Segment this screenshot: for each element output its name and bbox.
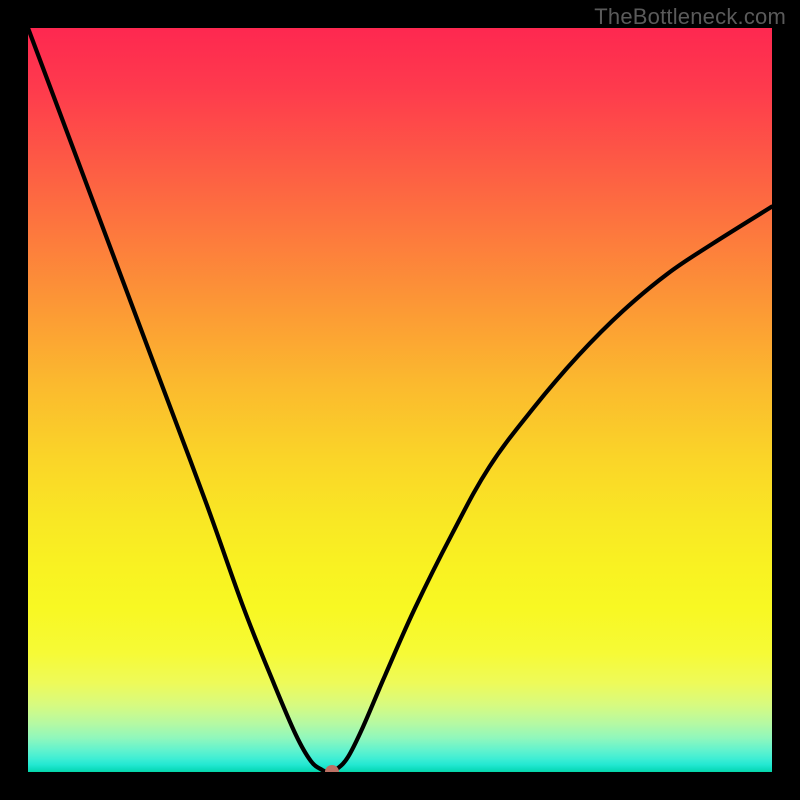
curve-path: [28, 28, 772, 772]
minimum-marker: [325, 765, 339, 772]
bottleneck-curve: [28, 28, 772, 772]
chart-container: TheBottleneck.com: [0, 0, 800, 800]
watermark-text: TheBottleneck.com: [594, 4, 786, 30]
plot-area: [28, 28, 772, 772]
